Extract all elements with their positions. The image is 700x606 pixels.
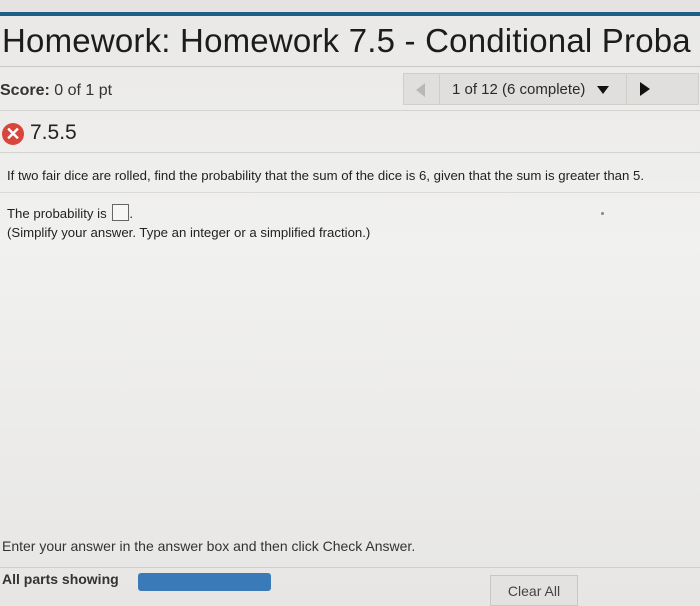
question-navigator: 1 of 12 (6 complete) <box>403 73 699 105</box>
question-prompt: If two fair dice are rolled, find the pr… <box>7 168 645 183</box>
triangle-down-icon[interactable] <box>597 86 609 94</box>
answer-suffix: . <box>129 206 134 221</box>
decorative-dot <box>601 212 604 215</box>
navigator-divider <box>439 74 440 104</box>
score-display: Score: 0 of 1 pt <box>0 82 112 100</box>
question-progress-select[interactable]: 1 of 12 (6 complete) <box>452 81 585 98</box>
next-question-icon[interactable] <box>640 82 650 96</box>
clear-all-button[interactable]: Clear All <box>490 575 578 606</box>
answer-input[interactable] <box>112 204 130 221</box>
answer-label: The probability is <box>7 206 107 221</box>
title-divider <box>0 66 700 67</box>
question-number: 7.5.5 <box>30 121 77 144</box>
x-circle-icon: ✕ <box>2 123 24 145</box>
previous-question-icon[interactable] <box>416 83 425 97</box>
answer-instructions: Enter your answer in the answer box and … <box>2 538 416 554</box>
navigator-divider <box>626 74 627 104</box>
score-value: 0 of 1 pt <box>54 82 113 99</box>
answer-line: The probability is . <box>7 204 133 221</box>
section-divider <box>0 192 700 193</box>
top-header-strip <box>0 0 700 16</box>
page-title: Homework: Homework 7.5 - Conditional Pro… <box>2 22 691 59</box>
answer-hint: (Simplify your answer. Type an integer o… <box>7 225 371 240</box>
section-divider <box>0 110 700 111</box>
section-divider <box>0 152 700 153</box>
footer-divider <box>0 567 700 568</box>
parts-showing-label: All parts showing <box>2 571 119 587</box>
parts-progress-bar <box>138 573 271 591</box>
score-label: Score: <box>0 82 50 99</box>
